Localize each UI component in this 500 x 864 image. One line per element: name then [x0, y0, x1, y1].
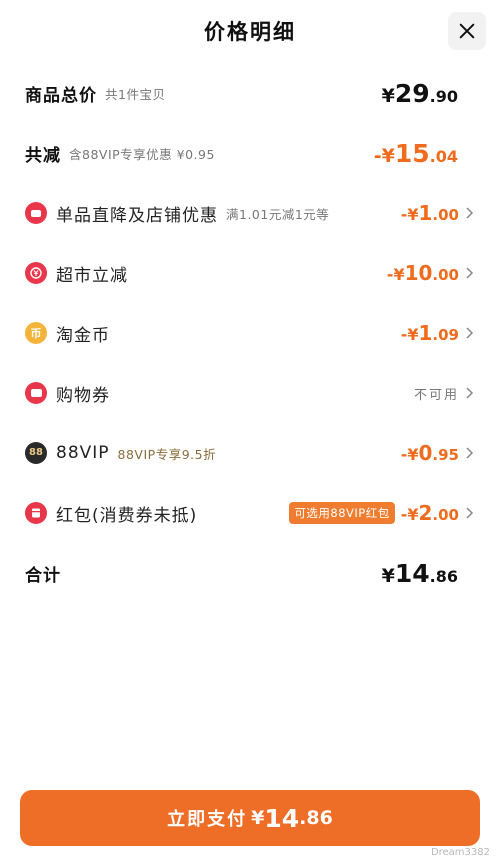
reduction-note: 含88VIP专享优惠 ¥0.95 [69, 146, 215, 162]
discount-label: 购物券 [56, 385, 110, 406]
product-count: 共1件宝贝 [105, 86, 166, 102]
page-title: 价格明细 [204, 20, 296, 44]
chevron-right-icon [466, 207, 474, 219]
product-total-row: 商品总价 共1件宝贝 ¥ 29 .90 [0, 71, 500, 115]
total-reduction-row: 共减 含88VIP专享优惠 ¥0.95 -¥ 15 .04 [0, 131, 500, 175]
discount-amount: -¥ 10 .00 [386, 261, 459, 285]
vip-88-icon: 88 [25, 442, 47, 464]
discount-amount: -¥ 0 .95 [400, 441, 459, 465]
yen-circle-icon [25, 262, 47, 284]
discount-label: 红包(消费券未抵) [56, 505, 198, 526]
discount-amount: -¥ 1 .00 [400, 201, 459, 225]
product-total-price: ¥ 29 .90 [381, 78, 458, 108]
total-reduction-amount: -¥ 15 .04 [373, 138, 458, 168]
pay-now-label: 立即支付 [167, 809, 248, 830]
discount-row-coupon[interactable]: 购物券 不可用 [0, 371, 500, 415]
product-total-label: 商品总价 [25, 85, 97, 106]
discount-row-shop[interactable]: 单品直降及店铺优惠 满1.01元减1元等 -¥ 1 .00 [0, 191, 500, 235]
coupon-icon [25, 382, 47, 404]
red-packet-icon [25, 502, 47, 524]
shop-discount-icon [25, 202, 47, 224]
discount-row-supermarket[interactable]: 超市立减 -¥ 10 .00 [0, 251, 500, 295]
discount-label: 单品直降及店铺优惠 [56, 205, 218, 226]
discount-sub: 满1.01元减1元等 [226, 206, 330, 222]
chevron-right-icon [466, 507, 474, 519]
coin-icon: 币 [25, 322, 47, 344]
discount-row-coins[interactable]: 币 淘金币 -¥ 1 .09 [0, 311, 500, 355]
discount-amount: -¥ 1 .09 [400, 321, 459, 345]
coupon-status: 不可用 [413, 387, 459, 403]
pay-now-button[interactable]: 立即支付 ¥ 14 .86 [20, 790, 480, 846]
watermark: Dream3382 [430, 847, 490, 858]
discount-sub: 88VIP专享9.5折 [117, 446, 217, 462]
discount-row-red-packet[interactable]: 红包(消费券未抵) 可选用88VIP红包 -¥ 2 .00 [0, 491, 500, 535]
pay-amount: 14 [264, 803, 300, 833]
discount-row-vip[interactable]: 88 88VIP 88VIP专享9.5折 -¥ 0 .95 [0, 431, 500, 475]
close-icon [459, 23, 475, 39]
total-reduction-label: 共减 [25, 145, 61, 166]
grand-total-row: 合计 ¥ 14 .86 [0, 551, 500, 595]
discount-amount: -¥ 2 .00 [400, 501, 459, 525]
chevron-right-icon [466, 267, 474, 279]
grand-total-price: ¥ 14 .86 [381, 558, 458, 588]
close-button[interactable] [448, 12, 486, 50]
vip-red-packet-tag[interactable]: 可选用88VIP红包 [289, 502, 395, 524]
header: 价格明细 [0, 0, 500, 62]
discount-label: 88VIP [56, 443, 110, 463]
discount-label: 超市立减 [56, 265, 128, 286]
chevron-right-icon [466, 447, 474, 459]
chevron-right-icon [466, 387, 474, 399]
chevron-right-icon [466, 327, 474, 339]
grand-total-label: 合计 [25, 565, 61, 586]
discount-label: 淘金币 [56, 325, 110, 346]
